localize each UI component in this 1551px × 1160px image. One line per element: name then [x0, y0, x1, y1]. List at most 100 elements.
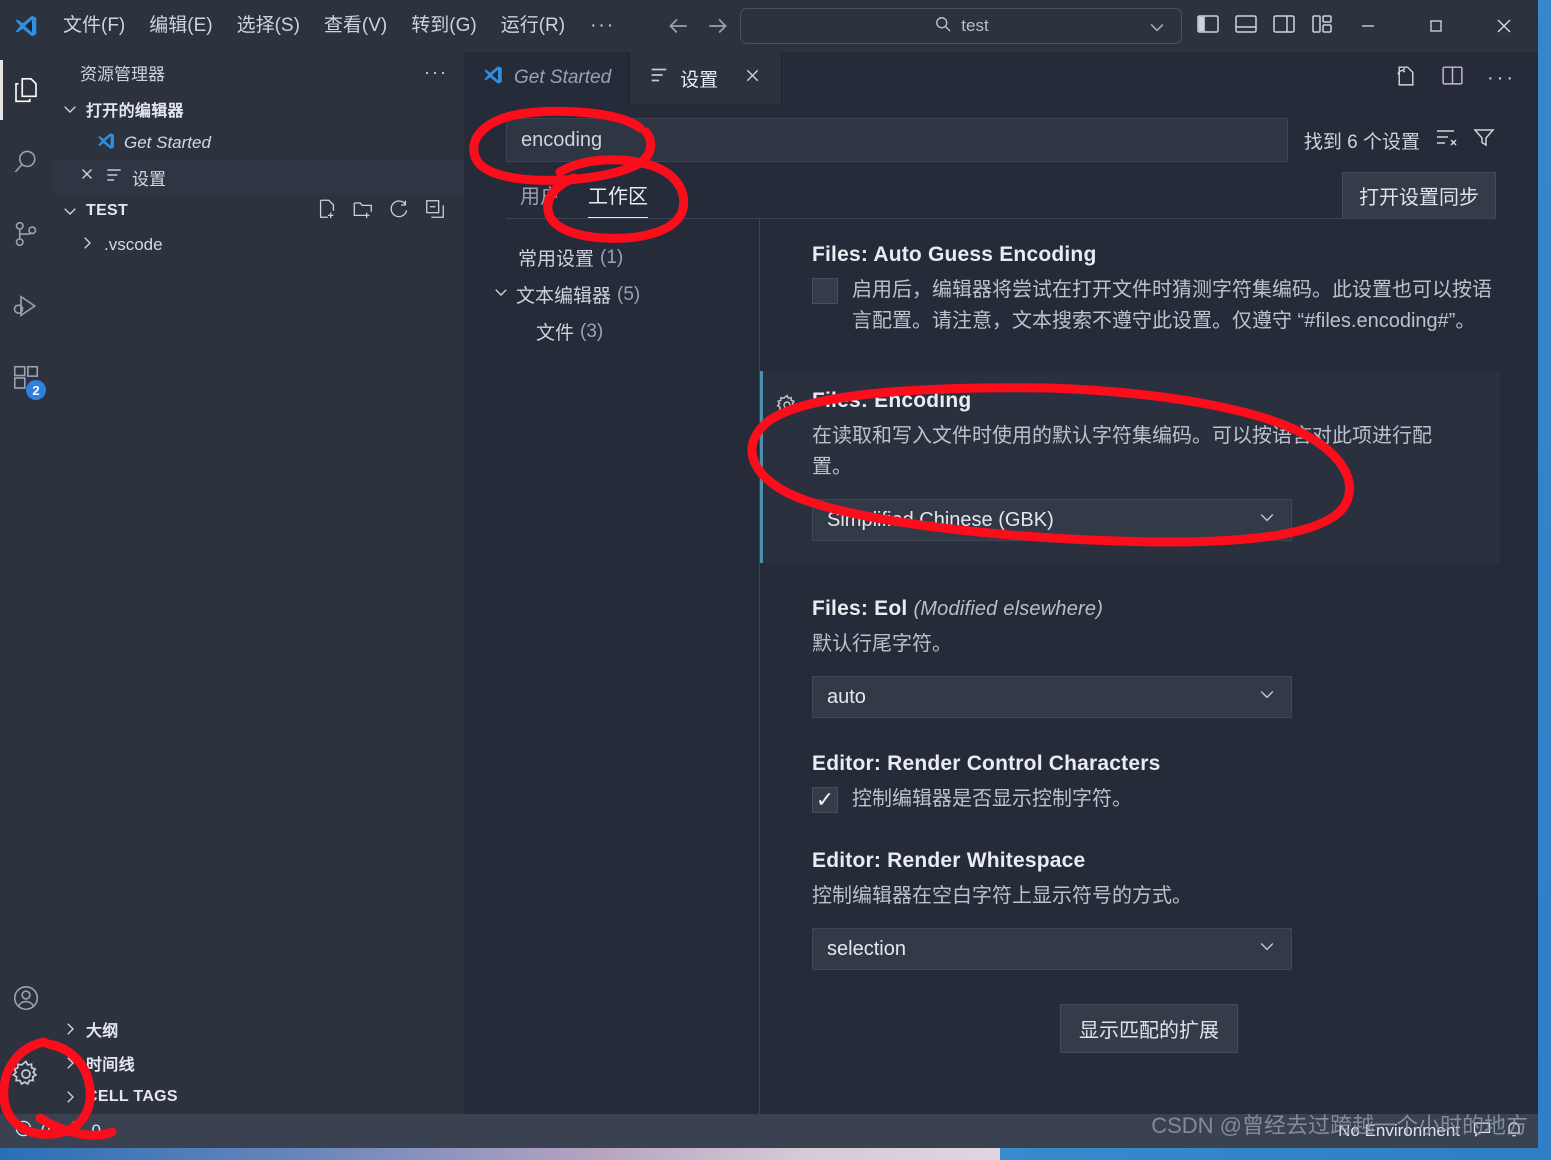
sidebar-title-label: 资源管理器	[80, 60, 165, 85]
toggle-secondary-sidebar-icon[interactable]	[1272, 13, 1296, 40]
sidebar-item-search[interactable]	[0, 126, 52, 198]
warning-count: 0	[91, 1121, 100, 1141]
show-matching-extensions-button[interactable]: 显示匹配的扩展	[1060, 1004, 1238, 1053]
toggle-panel-icon[interactable]	[1234, 13, 1258, 40]
setting-name: Encoding	[874, 389, 971, 412]
tab-workspace-settings[interactable]: 工作区	[574, 176, 662, 219]
status-problems[interactable]: 0 0	[14, 1119, 101, 1143]
setting-checkbox-row: ✓ 控制编辑器是否显示控制字符。	[812, 784, 1498, 815]
auto-guess-encoding-checkbox[interactable]	[812, 278, 838, 304]
setting-files-auto-guess-encoding[interactable]: Files: Auto Guess Encoding 启用后，编辑器将尝试在打开…	[760, 243, 1538, 337]
render-whitespace-dropdown[interactable]: selection	[812, 928, 1292, 970]
title-bar: 文件(F) 编辑(E) 选择(S) 查看(V) 转到(G) 运行(R) ···	[0, 0, 1538, 52]
chevron-right-icon	[60, 1020, 80, 1038]
folder-child-vscode[interactable]: .vscode	[52, 228, 464, 262]
setting-files-eol[interactable]: Files: Eol (Modified elsewhere) 默认行尾字符。 …	[760, 597, 1538, 718]
command-center[interactable]: test	[740, 8, 1182, 44]
open-editor-label: 设置	[132, 165, 166, 190]
toggle-primary-sidebar-icon[interactable]	[1196, 13, 1220, 40]
setting-category: Editor:	[812, 752, 881, 775]
vscode-logo-icon	[96, 131, 116, 156]
menu-bar[interactable]: 文件(F) 编辑(E) 选择(S) 查看(V) 转到(G) 运行(R) ···	[52, 11, 627, 42]
tab-user-settings[interactable]: 用户	[506, 176, 574, 219]
toc-item-label: 常用设置	[518, 244, 594, 271]
close-icon[interactable]	[78, 165, 96, 189]
setting-files-encoding[interactable]: Files: Encoding 在读取和写入文件时使用的默认字符集编码。可以按语…	[760, 371, 1500, 563]
sidebar-item-extensions[interactable]: 2	[0, 342, 52, 414]
section-cell-tags[interactable]: CELL TAGS	[52, 1080, 464, 1114]
tab-get-started[interactable]: Get Started	[464, 52, 630, 104]
sidebar-item-explorer[interactable]	[0, 54, 52, 126]
chevron-down-icon	[60, 202, 80, 220]
setting-title: Files: Eol (Modified elsewhere)	[812, 597, 1498, 621]
section-cell-tags-label: CELL TAGS	[86, 1088, 178, 1106]
section-folder-test[interactable]: TEST	[52, 194, 464, 228]
extensions-badge: 2	[26, 380, 46, 400]
open-editor-settings[interactable]: 设置	[52, 160, 464, 194]
settings-search-input[interactable]: encoding	[506, 118, 1288, 162]
clear-search-results-icon[interactable]	[1434, 125, 1458, 155]
toc-item-text-editor[interactable]: 文本编辑器 (5)	[464, 276, 759, 313]
more-actions-icon[interactable]: ···	[1487, 67, 1516, 90]
settings-list-icon	[104, 165, 124, 190]
sidebar-item-source-control[interactable]	[0, 198, 52, 270]
feedback-icon[interactable]	[1472, 1119, 1492, 1144]
setting-name: Render Whitespace	[887, 849, 1085, 872]
menu-file[interactable]: 文件(F)	[52, 11, 136, 42]
manage-gear-icon[interactable]	[0, 1034, 52, 1114]
menu-run[interactable]: 运行(R)	[490, 11, 576, 42]
menu-go[interactable]: 转到(G)	[400, 11, 487, 42]
menu-selection[interactable]: 选择(S)	[226, 11, 311, 42]
open-editor-get-started[interactable]: Get Started	[52, 126, 464, 160]
customize-layout-icon[interactable]	[1310, 13, 1334, 40]
render-control-characters-checkbox[interactable]: ✓	[812, 787, 838, 813]
vscode-logo-icon	[482, 64, 504, 92]
tab-settings[interactable]: 设置	[630, 52, 782, 104]
close-icon[interactable]	[742, 65, 763, 92]
filter-icon[interactable]	[1472, 125, 1496, 155]
editor-tab-bar: Get Started 设置	[464, 52, 1538, 104]
menu-more-button[interactable]: ···	[578, 15, 627, 37]
files-encoding-dropdown[interactable]: Simplified Chinese (GBK)	[812, 499, 1292, 541]
notifications-bell-icon[interactable]	[1504, 1119, 1524, 1144]
settings-gear-icon[interactable]	[775, 393, 799, 422]
settings-editor: encoding 找到 6 个设置	[464, 104, 1538, 1114]
settings-sync-button[interactable]: 打开设置同步	[1342, 172, 1496, 219]
section-timeline[interactable]: 时间线	[52, 1046, 464, 1080]
chevron-down-icon	[492, 283, 510, 307]
toc-item-files[interactable]: 文件 (3)	[464, 313, 759, 350]
split-editor-icon[interactable]	[1440, 63, 1465, 93]
sidebar-more-actions-icon[interactable]: ···	[424, 62, 448, 83]
toc-item-commonly-used[interactable]: 常用设置 (1)	[464, 239, 759, 276]
maximize-button[interactable]	[1402, 0, 1470, 52]
status-environment-label[interactable]: No Environment	[1338, 1121, 1460, 1141]
open-changes-icon[interactable]	[1393, 63, 1418, 93]
menu-edit[interactable]: 编辑(E)	[138, 11, 223, 42]
settings-scrollbar[interactable]	[1524, 219, 1538, 1114]
new-file-icon[interactable]	[316, 198, 338, 225]
settings-result-count: 找到 6 个设置	[1304, 127, 1420, 154]
menu-view[interactable]: 查看(V)	[313, 11, 398, 42]
setting-category: Editor:	[812, 849, 881, 872]
section-open-editors[interactable]: 打开的编辑器	[52, 92, 464, 126]
command-center-value: test	[961, 16, 988, 36]
close-button[interactable]	[1470, 0, 1538, 52]
setting-description: 默认行尾字符。	[812, 629, 1498, 660]
setting-editor-render-control-characters[interactable]: Editor: Render Control Characters ✓ 控制编辑…	[760, 752, 1538, 815]
refresh-icon[interactable]	[388, 198, 410, 225]
settings-table-of-contents: 常用设置 (1) 文本编辑器 (5) 文件 (3)	[464, 219, 760, 1114]
section-outline[interactable]: 大纲	[52, 1012, 464, 1046]
chevron-right-icon	[60, 1088, 80, 1106]
sidebar-item-run-debug[interactable]	[0, 270, 52, 342]
collapse-all-icon[interactable]	[424, 198, 446, 225]
minimize-button[interactable]	[1334, 0, 1402, 52]
new-folder-icon[interactable]	[352, 198, 374, 225]
arrow-left-icon[interactable]	[665, 13, 691, 39]
account-icon[interactable]	[0, 962, 52, 1034]
toc-item-count: (3)	[580, 321, 603, 343]
setting-editor-render-whitespace[interactable]: Editor: Render Whitespace 控制编辑器在空白字符上显示符…	[760, 849, 1538, 970]
files-eol-dropdown[interactable]: auto	[812, 676, 1292, 718]
chevron-down-icon[interactable]	[1147, 17, 1167, 42]
folder-name-label: TEST	[86, 202, 128, 220]
arrow-right-icon[interactable]	[705, 13, 731, 39]
